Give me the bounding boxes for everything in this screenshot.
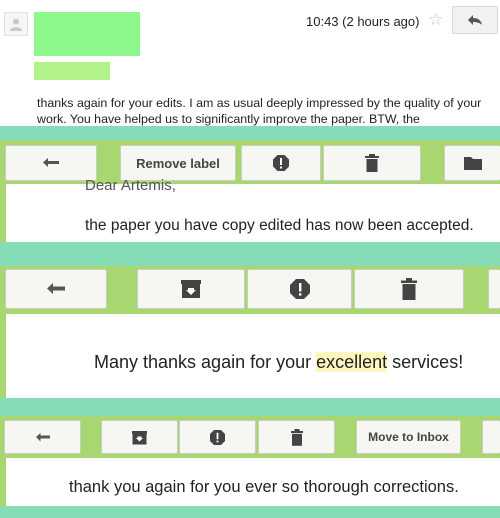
move-to-inbox-button[interactable]: Move to Inbox (356, 420, 461, 454)
delete-button[interactable] (323, 145, 421, 181)
delete-button[interactable] (354, 269, 464, 309)
toolbar-3: Move to Inbox (0, 416, 500, 458)
person-icon (10, 18, 22, 31)
highlighted-word: excellent (316, 352, 388, 372)
report-spam-button[interactable] (241, 145, 321, 181)
reply-icon (468, 15, 482, 25)
message-greeting: Dear Artemis, (85, 177, 176, 194)
remove-label-button[interactable]: Remove label (120, 145, 236, 181)
divider (0, 506, 500, 518)
trash-icon (401, 278, 417, 300)
email-message-2: Dear Artemis, the paper you have copy ed… (0, 177, 500, 242)
toolbar-1: Remove label (0, 140, 500, 184)
redacted-sender-name (34, 12, 140, 56)
report-spam-button[interactable] (247, 269, 352, 309)
archive-icon (132, 430, 147, 444)
redacted-sender-email (34, 62, 110, 80)
email-message-3: Many thanks again for your excellent ser… (0, 314, 500, 398)
message-body-start: Many thanks again for your (94, 352, 317, 372)
exclamation-octagon-icon (210, 429, 225, 445)
report-spam-button[interactable] (179, 420, 256, 454)
avatar (4, 12, 28, 36)
more-button[interactable] (488, 269, 500, 309)
divider (0, 398, 500, 416)
move-to-button[interactable] (444, 145, 500, 181)
email-message-4: thank you again for you ever so thorough… (0, 458, 500, 506)
archive-button[interactable] (137, 269, 245, 309)
message-body: the paper you have copy edited has now b… (85, 217, 474, 234)
reply-button[interactable] (5, 269, 107, 309)
message-body: thanks again for your edits. I am as usu… (37, 96, 482, 126)
folder-icon (463, 157, 482, 170)
divider (0, 242, 500, 266)
message-body: Many thanks again for your excellent ser… (94, 352, 463, 373)
divider (0, 126, 500, 140)
exclamation-octagon-icon (289, 279, 310, 299)
delete-button[interactable] (258, 420, 335, 454)
reply-button[interactable] (4, 420, 81, 454)
archive-button[interactable] (101, 420, 178, 454)
more-button[interactable] (482, 420, 500, 454)
star-icon[interactable]: ☆ (428, 11, 443, 28)
back-arrow-icon (47, 283, 65, 294)
message-content-area: thank you again for you ever so thorough… (6, 458, 500, 506)
message-body-end: services! (387, 352, 464, 372)
email-message-1: 10:43 (2 hours ago) ☆ thanks again for y… (0, 0, 500, 128)
screenshot-collage: 10:43 (2 hours ago) ☆ thanks again for y… (0, 0, 500, 518)
trash-icon (365, 154, 379, 172)
reply-button[interactable] (452, 6, 498, 34)
message-body: thank you again for you ever so thorough… (69, 478, 459, 496)
message-timestamp: 10:43 (2 hours ago) (306, 14, 420, 29)
back-arrow-icon (35, 432, 50, 441)
trash-icon (290, 428, 303, 446)
exclamation-octagon-icon (273, 155, 289, 171)
message-content-area: Dear Artemis, the paper you have copy ed… (6, 177, 500, 242)
toolbar-2 (0, 266, 500, 314)
archive-icon (181, 280, 201, 298)
reply-button[interactable] (5, 145, 97, 181)
back-arrow-icon (43, 158, 59, 167)
message-content-area: Many thanks again for your excellent ser… (6, 314, 500, 398)
